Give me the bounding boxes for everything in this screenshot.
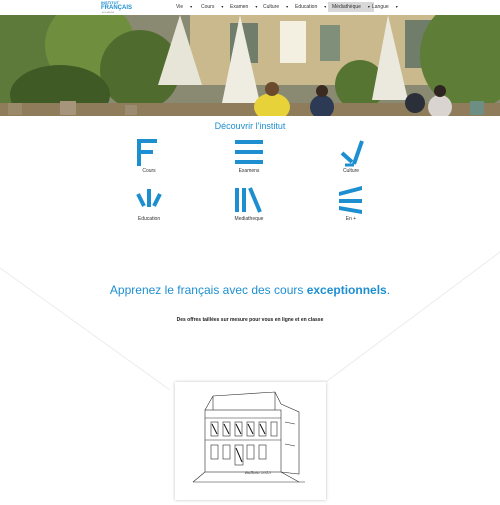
section-title-discover: Découvrir l'institut (214, 121, 286, 131)
caret-down-icon: ▾ (190, 4, 193, 9)
tile-label: Cours (142, 168, 156, 174)
tile-label: Culture (342, 168, 360, 174)
tile-culture[interactable]: Culture (321, 138, 381, 184)
tile-cours[interactable]: Cours (119, 138, 179, 184)
mediatheque-icon (235, 187, 262, 213)
brand-logo-line2: FRANÇAIS (101, 5, 132, 11)
nav-item-label: Education (295, 4, 318, 10)
promo-headline-end: . (386, 283, 391, 297)
tile-label: En + (345, 216, 357, 222)
brand-logo-line3: ALLEMAGNE (102, 12, 115, 14)
tile-label: Examens (238, 168, 260, 174)
caret-down-icon: ▾ (221, 4, 224, 9)
hero-photo-terrace (0, 15, 500, 116)
building-sketch-illustration (192, 391, 305, 483)
examens-icon (235, 140, 263, 164)
tile-label: Mediatheque (234, 216, 264, 222)
caret-down-icon: ▾ (324, 4, 327, 9)
promo-headline: Apprenez le français avec des cours exce… (0, 283, 500, 297)
tile-examens[interactable]: Examens (219, 138, 279, 184)
nav-item-examen[interactable]: Examen ▾ (230, 2, 257, 12)
building-sketch-card (175, 382, 326, 500)
nav-item-label: Vie (176, 4, 184, 10)
nav-item-culture[interactable]: Culture ▾ (263, 2, 288, 12)
promo-headline-bold: exceptionnels (306, 283, 387, 297)
brand-logo[interactable]: INSTITUT FRANÇAIS ALLEMAGNE (101, 1, 132, 15)
nav-item-education[interactable]: Education ▾ (295, 2, 326, 12)
cours-icon (137, 139, 157, 166)
hero-photo-illustration (0, 15, 500, 116)
caret-down-icon: ▾ (367, 4, 370, 9)
nav-item-mediatheque[interactable]: Médiathèque ▾ (328, 2, 374, 12)
nav-item-langue[interactable]: Langue ▾ (372, 2, 398, 12)
caret-down-icon: ▾ (255, 4, 258, 9)
nav-item-label: Examen (230, 4, 249, 10)
tile-en-plus[interactable]: En + (321, 186, 381, 232)
tile-mediatheque[interactable]: Mediatheque (219, 186, 279, 232)
culture-icon (340, 140, 364, 167)
caret-down-icon: ▾ (395, 4, 398, 9)
promo-subline: Des offres taillées sur mesure pour vous… (176, 317, 324, 323)
nav-item-label: Médiathèque (332, 4, 361, 10)
top-navigation-bar: INSTITUT FRANÇAIS ALLEMAGNE Vie ▾ Cours ▾ … (0, 0, 500, 14)
nav-item-label: Culture (263, 4, 280, 10)
nav-item-label: Cours (201, 4, 215, 10)
nav-item-label: Langue (372, 4, 389, 10)
sketch-signature: Bulloto 2013 (245, 470, 271, 475)
promo-headline-text: Apprenez le français avec des cours (109, 283, 307, 297)
education-icon (136, 189, 162, 207)
caret-down-icon: ▾ (286, 4, 289, 9)
nav-item-vie[interactable]: Vie ▾ (176, 2, 192, 12)
en-plus-icon (339, 186, 362, 214)
nav-item-cours[interactable]: Cours ▾ (201, 2, 223, 12)
tile-label: Education (137, 216, 161, 222)
tile-education[interactable]: Education (119, 186, 179, 232)
